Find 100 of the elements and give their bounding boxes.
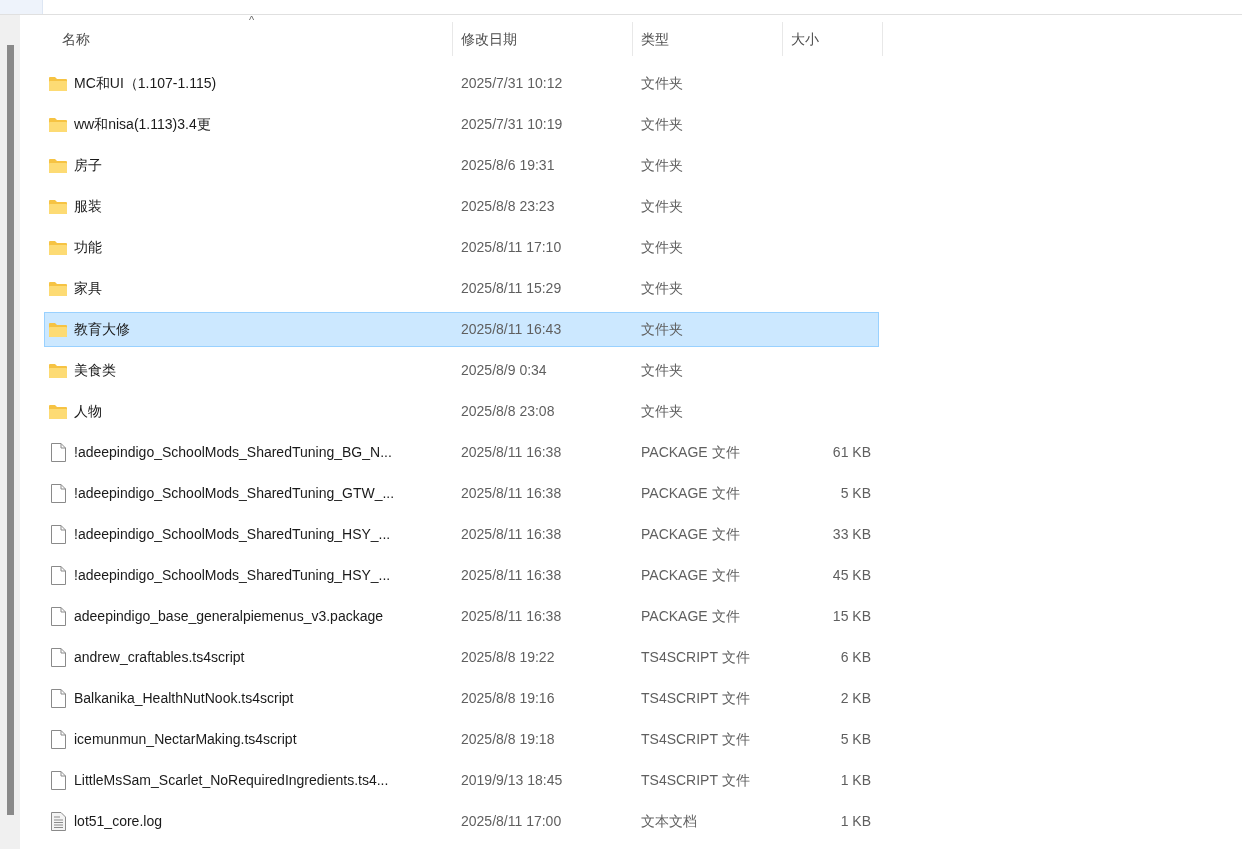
- file-name: MC和UI（1.107-1.115): [74, 74, 217, 93]
- file-row[interactable]: icemunmun_NectarMaking.ts4script 2025/8/8 19:18 TS4SCRIPT 文件 5 KB: [44, 722, 879, 757]
- file-type: PACKAGE 文件: [641, 567, 740, 583]
- file-size: 61 KB: [832, 444, 871, 460]
- file-row[interactable]: andrew_craftables.ts4script 2025/8/8 19:22 TS4SCRIPT 文件 6 KB: [44, 640, 879, 675]
- file-type: TS4SCRIPT 文件: [641, 731, 750, 747]
- file-size: 15 KB: [832, 608, 871, 624]
- file-name: !adeepindigo_SchoolMods_SharedTuning_HSY_...: [74, 566, 391, 585]
- file-name: 房子: [74, 156, 102, 175]
- file-row[interactable]: 人物 2025/8/8 23:08 文件夹: [44, 394, 879, 429]
- file-type: TS4SCRIPT 文件: [641, 649, 750, 665]
- file-name: Balkanika_HealthNutNook.ts4script: [74, 689, 294, 708]
- file-name: 功能: [74, 238, 102, 257]
- column-header[interactable]: 大小: [783, 22, 883, 56]
- folder-icon: [49, 199, 67, 214]
- scrollbar-thumb[interactable]: [6, 45, 14, 815]
- file-row[interactable]: !adeepindigo_SchoolMods_SharedTuning_HSY_... 2025/8/11 16:38 PACKAGE 文件 45 KB: [44, 558, 879, 593]
- file-icon: [50, 689, 66, 708]
- file-type: 文件夹: [641, 116, 683, 132]
- date-modified: 2025/7/31 10:19: [461, 116, 563, 132]
- file-name: !adeepindigo_SchoolMods_SharedTuning_HSY_...: [74, 525, 391, 544]
- date-modified: 2019/9/13 18:45: [461, 772, 563, 788]
- folder-icon: [49, 76, 67, 91]
- file-type: PACKAGE 文件: [641, 485, 740, 501]
- file-icon: [50, 771, 66, 790]
- file-type: TS4SCRIPT 文件: [641, 690, 750, 706]
- file-icon: [50, 443, 66, 462]
- date-modified: 2025/8/11 17:00: [461, 813, 562, 829]
- scrollbar[interactable]: [0, 15, 20, 849]
- file-icon: [50, 730, 66, 749]
- file-name: 服装: [74, 197, 102, 216]
- file-row[interactable]: 房子 2025/8/6 19:31 文件夹: [44, 148, 879, 183]
- file-row[interactable]: !adeepindigo_SchoolMods_SharedTuning_GTW_... 2025/8/11 16:38 PACKAGE 文件 5 KB: [44, 476, 879, 511]
- folder-icon: [49, 281, 67, 296]
- file-row[interactable]: 服装 2025/8/8 23:23 文件夹: [44, 189, 879, 224]
- file-row[interactable]: lot51_core.log 2025/8/11 17:00 文本文档 1 KB: [44, 804, 879, 839]
- file-size: 2 KB: [840, 690, 871, 706]
- date-modified: 2025/8/8 19:16: [461, 690, 555, 706]
- file-row[interactable]: !adeepindigo_SchoolMods_SharedTuning_BG_N... 2025/8/11 16:38 PACKAGE 文件 61 KB: [44, 435, 879, 470]
- file-name: !adeepindigo_SchoolMods_SharedTuning_GTW_...: [74, 484, 395, 503]
- file-type: 文件夹: [641, 362, 683, 378]
- file-row[interactable]: 教育大修 2025/8/11 16:43 文件夹: [44, 312, 879, 347]
- date-modified: 2025/8/11 15:29: [461, 280, 562, 296]
- file-row[interactable]: ww和nisa(1.113)3.4更 2025/7/31 10:19 文件夹: [44, 107, 879, 142]
- file-name: icemunmun_NectarMaking.ts4script: [74, 730, 297, 749]
- folder-icon: [49, 322, 67, 337]
- date-modified: 2025/8/11 17:10: [461, 239, 562, 255]
- file-type: 文件夹: [641, 198, 683, 214]
- file-type: 文件夹: [641, 403, 683, 419]
- file-size: 1 KB: [840, 772, 871, 788]
- column-header[interactable]: 修改日期: [453, 22, 633, 56]
- folder-icon: [49, 240, 67, 255]
- file-type: 文件夹: [641, 75, 683, 91]
- file-name: lot51_core.log: [74, 812, 162, 831]
- file-size: 5 KB: [840, 731, 871, 747]
- file-icon: [50, 607, 66, 626]
- file-row[interactable]: 家具 2025/8/11 15:29 文件夹: [44, 271, 879, 306]
- file-size: 33 KB: [832, 526, 871, 542]
- file-name: 人物: [74, 402, 102, 421]
- file-type: 文件夹: [641, 280, 683, 296]
- file-row[interactable]: 功能 2025/8/11 17:10 文件夹: [44, 230, 879, 265]
- date-modified: 2025/8/11 16:38: [461, 444, 562, 460]
- date-modified: 2025/8/8 23:08: [461, 403, 555, 419]
- date-modified: 2025/8/6 19:31: [461, 157, 555, 173]
- file-row[interactable]: MC和UI（1.107-1.115) 2025/7/31 10:12 文件夹: [44, 66, 879, 101]
- file-row[interactable]: 美食类 2025/8/9 0:34 文件夹: [44, 353, 879, 388]
- file-row[interactable]: LittleMsSam_Scarlet_NoRequiredIngredients.ts4... 2019/9/13 18:45 TS4SCRIPT 文件 1 KB: [44, 763, 879, 798]
- file-name: !adeepindigo_SchoolMods_SharedTuning_BG_N...: [74, 443, 392, 462]
- folder-icon: [49, 117, 67, 132]
- file-icon: [50, 566, 66, 585]
- column-header[interactable]: 名称: [44, 22, 453, 56]
- folder-icon: [49, 404, 67, 419]
- file-type: 文件夹: [641, 239, 683, 255]
- column-header[interactable]: 类型: [633, 22, 783, 56]
- file-row[interactable]: Balkanika_HealthNutNook.ts4script 2025/8/8 19:16 TS4SCRIPT 文件 2 KB: [44, 681, 879, 716]
- file-size: 5 KB: [840, 485, 871, 501]
- file-name: 美食类: [74, 361, 116, 380]
- date-modified: 2025/8/11 16:43: [461, 321, 562, 337]
- folder-icon: [49, 363, 67, 378]
- folder-icon: [49, 158, 67, 173]
- file-icon: [50, 525, 66, 544]
- file-row[interactable]: adeepindigo_base_generalpiemenus_v3.package 2025/8/11 16:38 PACKAGE 文件 15 KB: [44, 599, 879, 634]
- file-type: 文件夹: [641, 157, 683, 173]
- file-size: 1 KB: [840, 813, 871, 829]
- file-name: 家具: [74, 279, 102, 298]
- file-type: PACKAGE 文件: [641, 608, 740, 624]
- file-type: 文本文档: [641, 813, 697, 829]
- date-modified: 2025/8/11 16:38: [461, 526, 562, 542]
- file-row[interactable]: !adeepindigo_SchoolMods_SharedTuning_HSY_... 2025/8/11 16:38 PACKAGE 文件 33 KB: [44, 517, 879, 552]
- date-modified: 2025/8/11 16:38: [461, 608, 562, 624]
- file-name: 教育大修: [74, 320, 130, 339]
- file-size: 6 KB: [840, 649, 871, 665]
- date-modified: 2025/8/9 0:34: [461, 362, 547, 378]
- file-type: TS4SCRIPT 文件: [641, 772, 750, 788]
- date-modified: 2025/7/31 10:12: [461, 75, 563, 91]
- file-name: andrew_craftables.ts4script: [74, 648, 245, 667]
- file-name: ww和nisa(1.113)3.4更: [74, 115, 211, 134]
- date-modified: 2025/8/8 19:18: [461, 731, 555, 747]
- file-name: LittleMsSam_Scarlet_NoRequiredIngredients.ts4...: [74, 771, 389, 790]
- date-modified: 2025/8/8 23:23: [461, 198, 555, 214]
